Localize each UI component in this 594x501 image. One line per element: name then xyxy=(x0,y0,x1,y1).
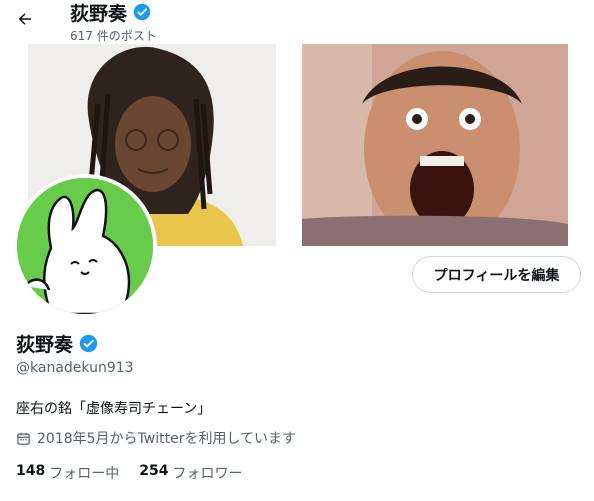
avatar[interactable] xyxy=(13,174,157,318)
banner-photo-right xyxy=(302,44,568,246)
followers-link[interactable]: 254 フォロワー xyxy=(139,463,242,483)
followers-label: フォロワー xyxy=(172,466,243,482)
joined-date: 2018年5月からTwitterを利用しています xyxy=(16,428,296,448)
arrow-left-icon xyxy=(18,13,31,25)
following-label: フォロー中 xyxy=(49,466,120,482)
verified-badge-icon xyxy=(79,334,98,353)
edit-profile-button[interactable]: プロフィールを編集 xyxy=(412,256,581,293)
back-button[interactable] xyxy=(12,6,38,32)
header-title: 荻野奏 xyxy=(70,0,151,25)
header-name: 荻野奏 xyxy=(70,2,128,25)
post-count: 617 件のポスト xyxy=(70,29,157,43)
avatar-image xyxy=(17,178,153,314)
following-count: 148 xyxy=(16,463,46,479)
following-link[interactable]: 148 フォロー中 xyxy=(16,463,119,483)
follow-stats: 148 フォロー中 254 フォロワー xyxy=(16,463,242,483)
followers-count: 254 xyxy=(139,463,169,479)
profile-name-row: 荻野奏 xyxy=(16,330,98,357)
profile-handle: @kanadekun913 xyxy=(16,360,134,376)
joined-text: 2018年5月からTwitterを利用しています xyxy=(37,431,297,447)
calendar-icon xyxy=(17,432,30,445)
verified-badge-icon xyxy=(133,3,151,21)
top-bar: 荻野奏 617 件のポスト xyxy=(0,0,594,44)
profile-name: 荻野奏 xyxy=(16,334,74,356)
profile-bio: 座右の銘「虚像寿司チェーン」 xyxy=(16,401,212,417)
